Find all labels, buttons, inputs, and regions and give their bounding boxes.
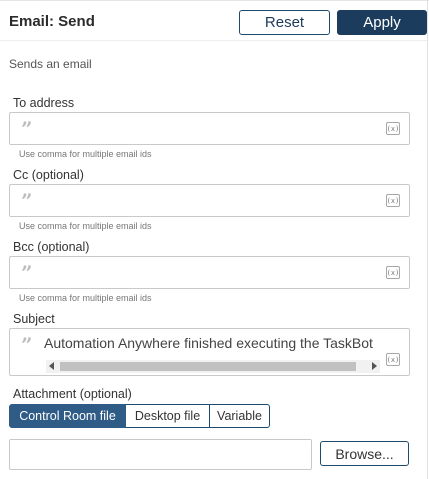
variable-icon[interactable]: (x) (386, 353, 400, 366)
panel-right-border (427, 0, 428, 479)
apply-button[interactable]: Apply (337, 10, 427, 35)
attachment-file-input[interactable] (9, 439, 312, 470)
attachment-source-selector: Control Room file Desktop file Variable (9, 404, 270, 428)
to-address-label: To address (13, 96, 75, 110)
attachment-label: Attachment (optional) (13, 387, 132, 401)
scroll-left-arrow-icon[interactable] (49, 362, 54, 370)
to-address-hint: Use comma for multiple email ids (19, 149, 152, 159)
scrollbar-thumb[interactable] (60, 362, 356, 371)
top-border (0, 0, 429, 1)
subject-label: Subject (13, 312, 55, 326)
cc-label: Cc (optional) (13, 168, 84, 182)
quote-icon: ” (21, 261, 32, 285)
reset-button[interactable]: Reset (239, 10, 330, 35)
cc-field[interactable]: ” (x) (9, 184, 410, 217)
bcc-label: Bcc (optional) (13, 240, 90, 254)
tab-variable[interactable]: Variable (209, 404, 270, 428)
bcc-field[interactable]: ” (x) (9, 256, 410, 289)
panel-title: Email: Send (9, 13, 95, 30)
tab-control-room-file[interactable]: Control Room file (9, 404, 126, 428)
tab-desktop-file[interactable]: Desktop file (126, 404, 210, 428)
subject-input[interactable]: Automation Anywhere finished executing t… (44, 335, 376, 351)
to-address-field[interactable]: ” (x) (9, 112, 410, 145)
header-divider (0, 40, 427, 41)
action-description: Sends an email (9, 57, 92, 71)
variable-icon[interactable]: (x) (386, 122, 400, 135)
bcc-hint: Use comma for multiple email ids (19, 293, 152, 303)
subject-horizontal-scrollbar[interactable] (46, 360, 380, 373)
browse-button[interactable]: Browse... (320, 441, 409, 466)
quote-icon: ” (21, 117, 32, 141)
cc-hint: Use comma for multiple email ids (19, 221, 152, 231)
quote-icon: ” (21, 333, 32, 357)
scroll-right-arrow-icon[interactable] (372, 362, 377, 370)
variable-icon[interactable]: (x) (386, 194, 400, 207)
subject-field[interactable]: ” Automation Anywhere finished executing… (9, 328, 410, 376)
variable-icon[interactable]: (x) (386, 266, 400, 279)
quote-icon: ” (21, 189, 32, 213)
